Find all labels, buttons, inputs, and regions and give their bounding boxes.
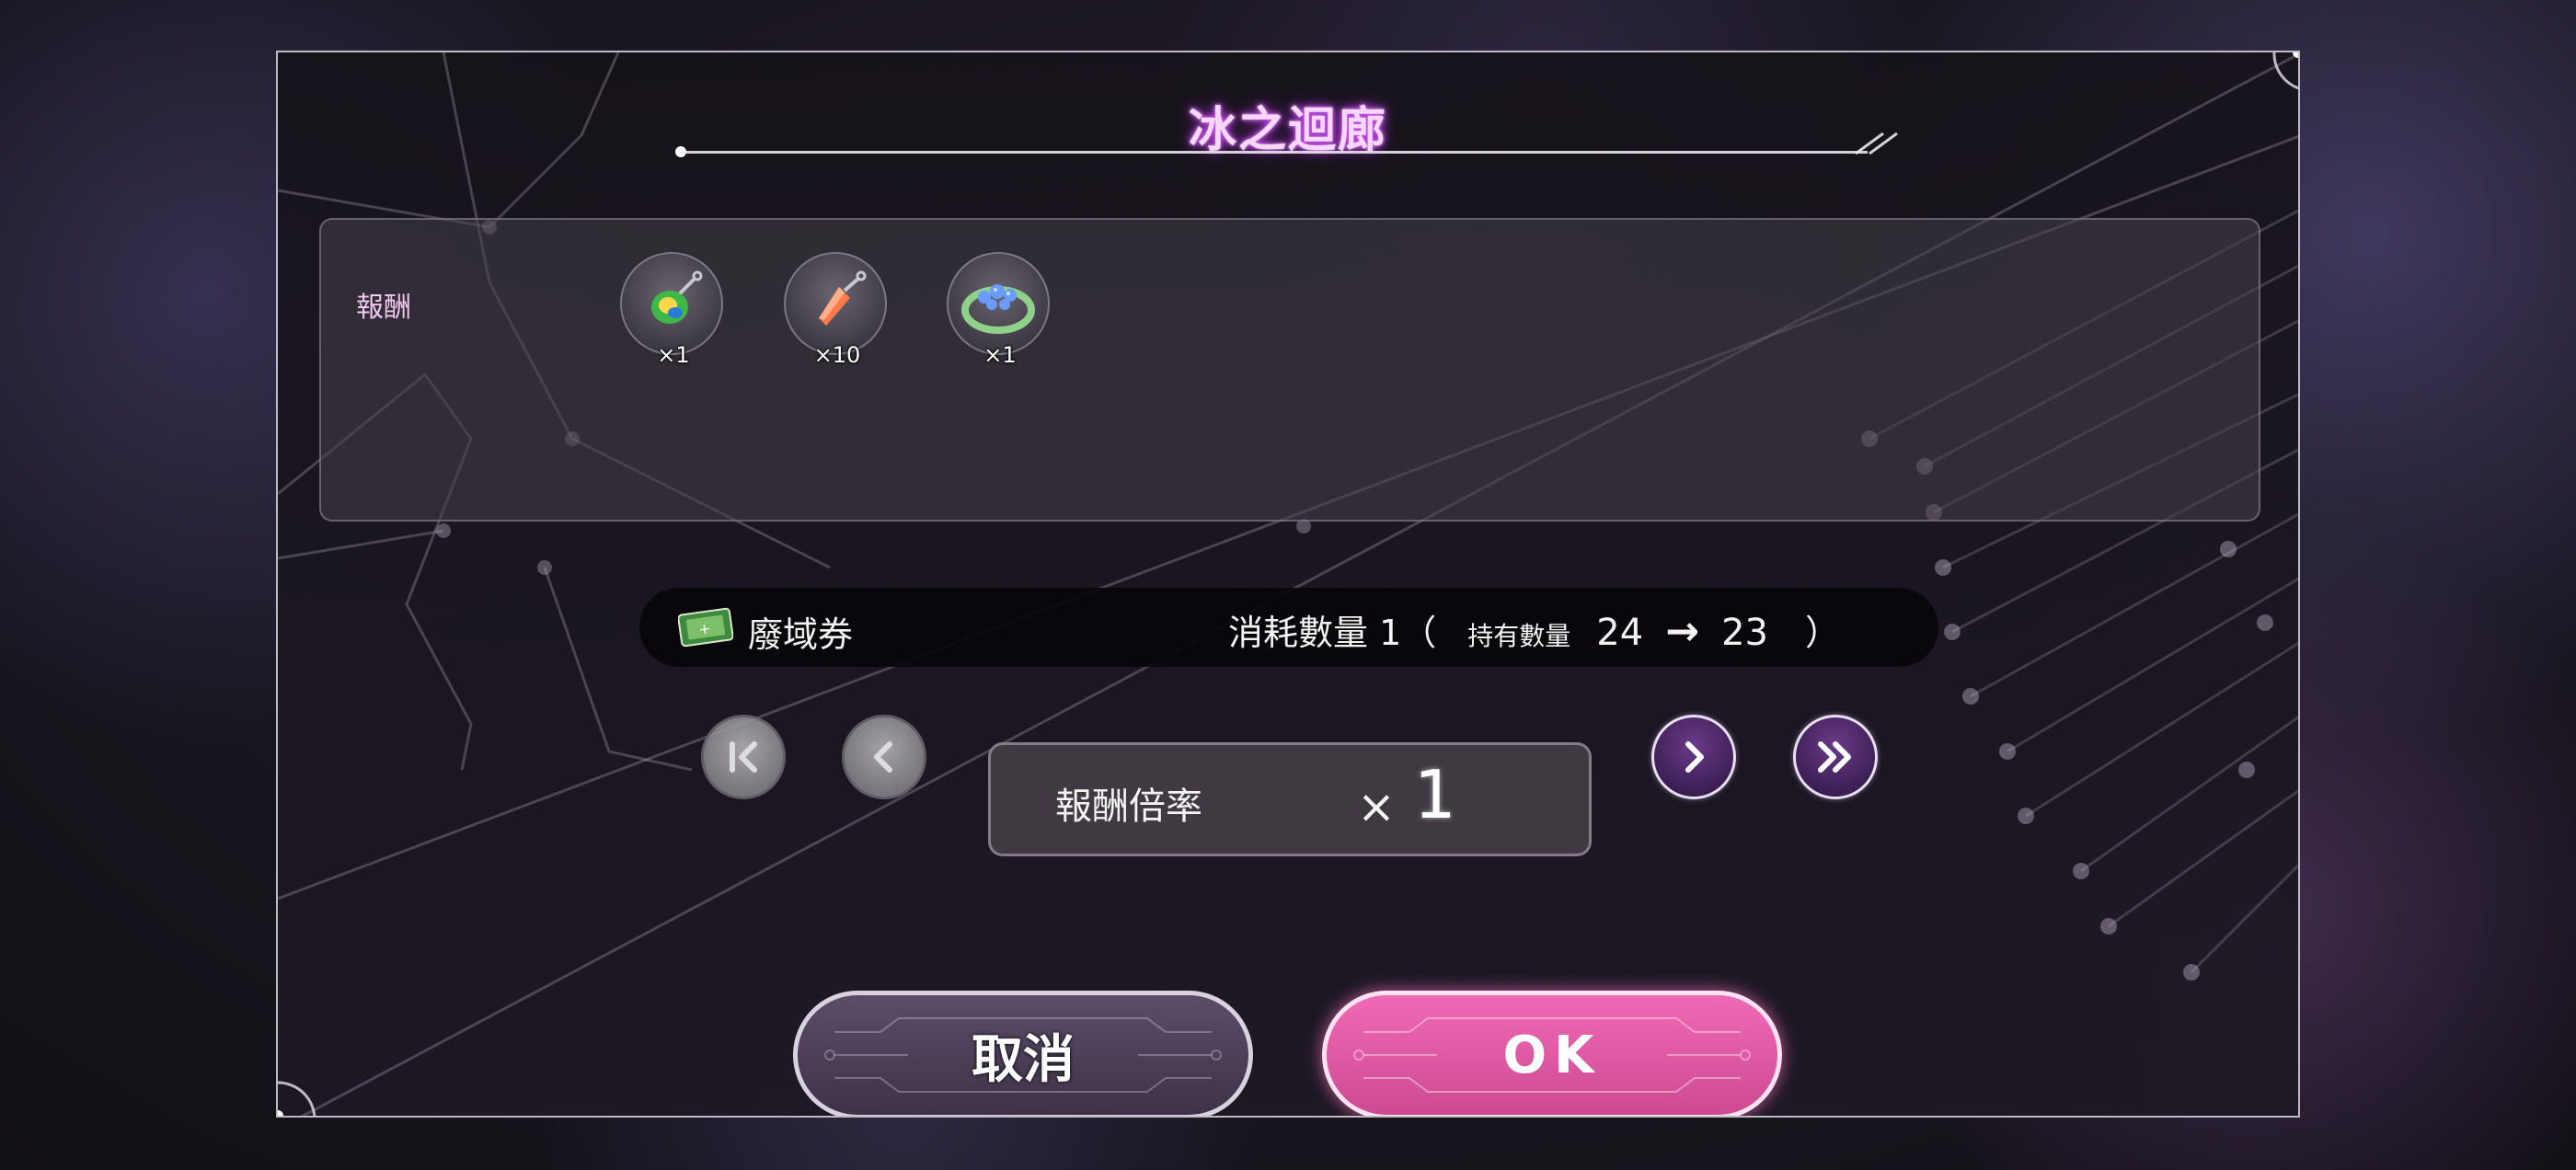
- ok-button[interactable]: OK: [1322, 991, 1782, 1116]
- skip-to-first-icon: [730, 741, 757, 773]
- chevron-left-icon: [874, 741, 892, 773]
- decorative-lines: [278, 52, 2298, 1116]
- corner-dot: [2293, 52, 2298, 58]
- cancel-button[interactable]: 取消: [793, 991, 1253, 1116]
- green-ticket-icon: +: [677, 604, 734, 648]
- owned-before: 24: [1596, 612, 1644, 654]
- owned-label: 持有數量: [1467, 621, 1571, 651]
- first-button[interactable]: [701, 715, 786, 799]
- ticket-name: 廢域券: [748, 614, 854, 655]
- dialog-title: 冰之迴廊: [1188, 103, 1387, 158]
- multiplier-x: ×: [1357, 780, 1396, 833]
- multiplier-label: 報酬倍率: [1055, 786, 1202, 828]
- chevron-right-icon: [1685, 741, 1704, 773]
- quest-dialog: 冰之迴廊 報酬 ×1 ×10 ×1 + 廢域券 消耗數量 1（ 持有數量 24 …: [276, 51, 2300, 1118]
- prev-button[interactable]: [842, 715, 926, 799]
- consume-info: 消耗數量 1（ 持有數量 24 → 23 ）: [1228, 604, 1840, 655]
- multiplier-box: 報酬倍率 × 1: [988, 742, 1592, 856]
- ok-label: OK: [1502, 1025, 1602, 1085]
- consume-label: 消耗數量 1（: [1228, 613, 1437, 653]
- reward-label: 報酬: [356, 292, 411, 324]
- orange-crystal-icon: [784, 252, 887, 355]
- arrow-right-icon: →: [1665, 608, 1700, 655]
- reward-count: ×1: [657, 342, 690, 368]
- svg-text:+: +: [697, 619, 712, 638]
- corner-dot: [278, 1110, 283, 1116]
- double-chevron-right-icon: [1818, 741, 1851, 773]
- owned-after: 23: [1721, 612, 1768, 654]
- last-button[interactable]: [1793, 715, 1878, 799]
- reward-count: ×1: [983, 342, 1017, 368]
- reward-panel: 報酬 ×1 ×10 ×1: [319, 218, 2260, 522]
- next-button[interactable]: [1651, 715, 1736, 799]
- cancel-label: 取消: [972, 1029, 1075, 1090]
- close-paren: ）: [1804, 613, 1840, 653]
- reward-count: ×10: [813, 342, 861, 368]
- blue-gem-ring-icon: [947, 252, 1050, 355]
- ticket-consumption-bar: + 廢域券 消耗數量 1（ 持有數量 24 → 23 ）: [639, 588, 1938, 667]
- green-crystal-pendant-icon: [620, 252, 723, 355]
- reward-item[interactable]: ×10: [784, 252, 891, 372]
- reward-item[interactable]: ×1: [620, 252, 727, 372]
- title-underline: [681, 151, 1868, 154]
- reward-item[interactable]: ×1: [947, 252, 1053, 372]
- multiplier-value: 1: [1414, 756, 1456, 833]
